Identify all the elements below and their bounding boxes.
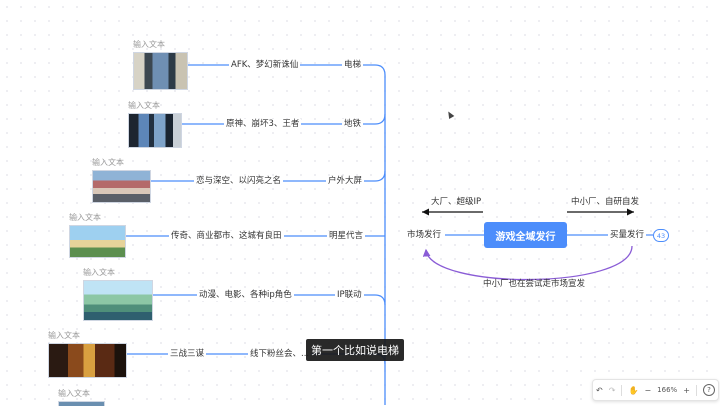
branch-5-image[interactable]	[83, 280, 153, 321]
left-hub-node[interactable]: 市场发行	[405, 230, 444, 241]
branch-4-caption[interactable]: 输入文本	[69, 213, 101, 223]
branch-5-examples[interactable]: 动漫、电影、各种ip角色	[197, 290, 294, 301]
branch-1-channel[interactable]: 电梯	[342, 60, 364, 71]
branch-3-channel[interactable]: 户外大屏	[326, 176, 365, 187]
toolbar-divider-2	[695, 384, 697, 396]
redo-icon[interactable]: ↷	[609, 386, 616, 395]
branch-1-caption[interactable]: 输入文本	[133, 40, 165, 50]
zoom-out-button[interactable]: −	[644, 386, 651, 395]
center-node[interactable]: 游戏全域发行	[484, 222, 567, 248]
right-hub-node[interactable]: 买量发行	[608, 230, 647, 241]
collapsed-count-badge[interactable]: 43	[653, 229, 669, 242]
left-arrow-label: 大厂、超级IP	[431, 197, 482, 207]
undo-icon[interactable]: ↶	[596, 386, 603, 395]
hand-icon[interactable]: ✋	[628, 386, 638, 395]
branch-1-examples[interactable]: AFK、梦幻新诛仙	[229, 60, 301, 71]
branch-7-image[interactable]	[58, 401, 105, 406]
video-subtitle: 第一个比如说电梯	[306, 339, 404, 361]
branch-4-examples[interactable]: 传奇、商业都市、这城有良田	[169, 231, 284, 242]
curve-label: 中小厂也在尝试走市场宣发	[483, 279, 586, 289]
branch-6-extra[interactable]: 线下粉丝会、...	[248, 349, 312, 360]
branch-6-examples[interactable]: 三战三谋	[168, 349, 207, 360]
branch-2-image[interactable]	[128, 113, 182, 148]
toolbar-divider	[621, 384, 623, 396]
branch-3-image[interactable]	[92, 170, 151, 203]
branch-7-caption[interactable]: 输入文本	[58, 389, 90, 399]
branch-5-channel[interactable]: IP联动	[335, 290, 364, 301]
branch-6-image[interactable]	[48, 343, 127, 378]
branch-2-examples[interactable]: 原神、崩坏3、王者	[224, 119, 302, 130]
zoom-toolbar: ↶ ↷ ✋ − 166% + ?	[592, 379, 719, 401]
branch-2-channel[interactable]: 地铁	[342, 119, 364, 130]
branch-4-channel[interactable]: 明星代言	[327, 231, 366, 242]
branch-4-image[interactable]	[69, 225, 126, 258]
branch-3-examples[interactable]: 恋与深空、以闪亮之名	[194, 176, 284, 187]
branch-6-caption[interactable]: 输入文本	[48, 331, 80, 341]
zoom-in-button[interactable]: +	[683, 386, 690, 395]
branch-5-caption[interactable]: 输入文本	[83, 268, 115, 278]
branch-3-caption[interactable]: 输入文本	[92, 158, 124, 168]
branch-1-image[interactable]	[133, 52, 188, 90]
help-icon[interactable]: ?	[702, 384, 715, 396]
branch-2-caption[interactable]: 输入文本	[128, 101, 160, 111]
right-arrow-label: 中小厂、自研自发	[571, 197, 640, 207]
zoom-level: 166%	[657, 386, 678, 394]
